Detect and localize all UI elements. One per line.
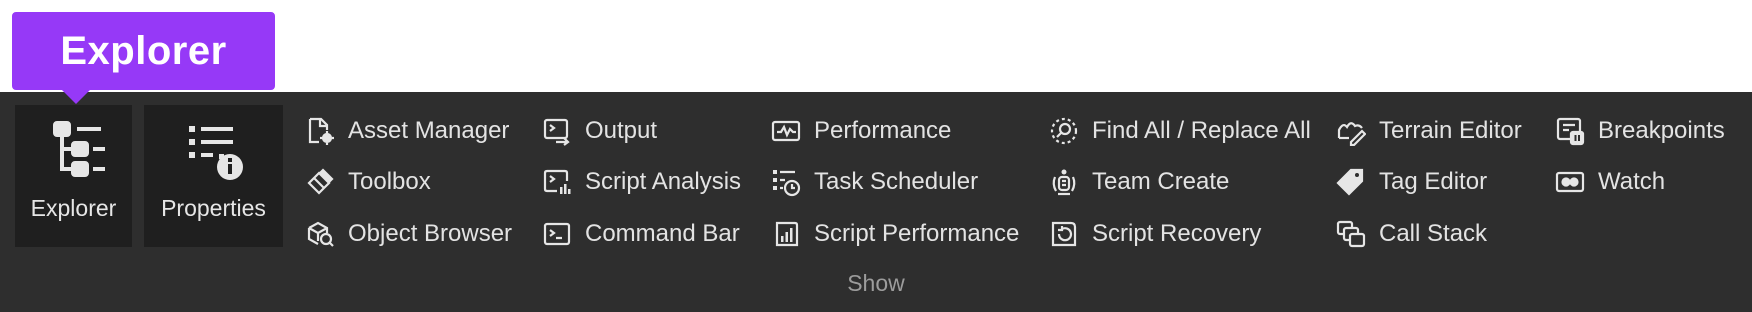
explorer-button[interactable]: Explorer: [15, 105, 132, 247]
breakpoints-label: Breakpoints: [1598, 117, 1725, 144]
call-stack-button[interactable]: Call Stack: [1336, 214, 1487, 254]
toolbox-button[interactable]: Toolbox: [305, 162, 431, 202]
script-performance-label: Script Performance: [814, 220, 1020, 247]
explorer-tooltip: Explorer: [10, 10, 277, 92]
command-bar-button[interactable]: Command Bar: [542, 214, 740, 254]
breakpoints-button[interactable]: Breakpoints: [1555, 111, 1725, 151]
terrain-editor-icon: [1336, 116, 1366, 146]
object-browser-icon: [305, 219, 335, 249]
call-stack-label: Call Stack: [1379, 220, 1488, 247]
ribbon-group-label: Show: [847, 270, 905, 296]
task-scheduler-button[interactable]: Task Scheduler: [771, 162, 978, 202]
toolbox-icon: [305, 167, 335, 197]
script-recovery-icon: [1049, 219, 1079, 249]
find-replace-button[interactable]: Find All / Replace All: [1049, 111, 1311, 151]
terrain-editor-button[interactable]: Terrain Editor: [1336, 111, 1522, 151]
script-performance-button[interactable]: Script Performance: [771, 214, 1019, 254]
object-browser-label: Object Browser: [348, 220, 513, 247]
find-replace-label: Find All / Replace All: [1092, 117, 1311, 144]
asset-manager-button[interactable]: Asset Manager: [305, 111, 509, 151]
properties-label: Properties: [161, 195, 266, 221]
tag-icon: [1336, 167, 1366, 197]
script-analysis-icon: [542, 167, 572, 197]
asset-manager-label: Asset Manager: [348, 117, 510, 144]
tag-editor-label: Tag Editor: [1379, 168, 1488, 195]
view-ribbon: Explorer Properties Asset Manager Toolbo…: [0, 92, 1752, 312]
script-analysis-label: Script Analysis: [585, 168, 742, 195]
tooltip-arrow: [60, 88, 92, 104]
script-performance-icon: [771, 219, 801, 249]
script-recovery-button[interactable]: Script Recovery: [1049, 214, 1261, 254]
explorer-label: Explorer: [30, 195, 117, 221]
script-analysis-button[interactable]: Script Analysis: [542, 162, 741, 202]
explorer-tree-icon: [39, 117, 109, 187]
output-button[interactable]: Output: [542, 111, 657, 151]
object-browser-button[interactable]: Object Browser: [305, 214, 512, 254]
asset-manager-icon: [305, 116, 335, 146]
script-recovery-label: Script Recovery: [1092, 220, 1262, 247]
breakpoints-icon: [1555, 116, 1585, 146]
tooltip-text: Explorer: [60, 28, 227, 73]
output-label: Output: [585, 117, 658, 144]
performance-label: Performance: [814, 117, 952, 144]
watch-label: Watch: [1598, 168, 1666, 195]
performance-button[interactable]: Performance: [771, 111, 951, 151]
team-create-button[interactable]: Team Create: [1049, 162, 1229, 202]
find-replace-icon: [1049, 116, 1079, 146]
team-create-icon: [1049, 167, 1079, 197]
command-bar-label: Command Bar: [585, 220, 740, 247]
watch-button[interactable]: Watch: [1555, 162, 1665, 202]
performance-icon: [771, 116, 801, 146]
watch-icon: [1555, 167, 1585, 197]
output-icon: [542, 116, 572, 146]
properties-button[interactable]: Properties: [144, 105, 283, 247]
properties-info-icon: [179, 117, 249, 187]
terrain-editor-label: Terrain Editor: [1379, 117, 1522, 144]
task-scheduler-icon: [771, 167, 801, 197]
team-create-label: Team Create: [1092, 168, 1230, 195]
task-scheduler-label: Task Scheduler: [814, 168, 979, 195]
toolbox-label: Toolbox: [348, 168, 431, 195]
command-bar-icon: [542, 219, 572, 249]
call-stack-icon: [1336, 219, 1366, 249]
tag-editor-button[interactable]: Tag Editor: [1336, 162, 1487, 202]
